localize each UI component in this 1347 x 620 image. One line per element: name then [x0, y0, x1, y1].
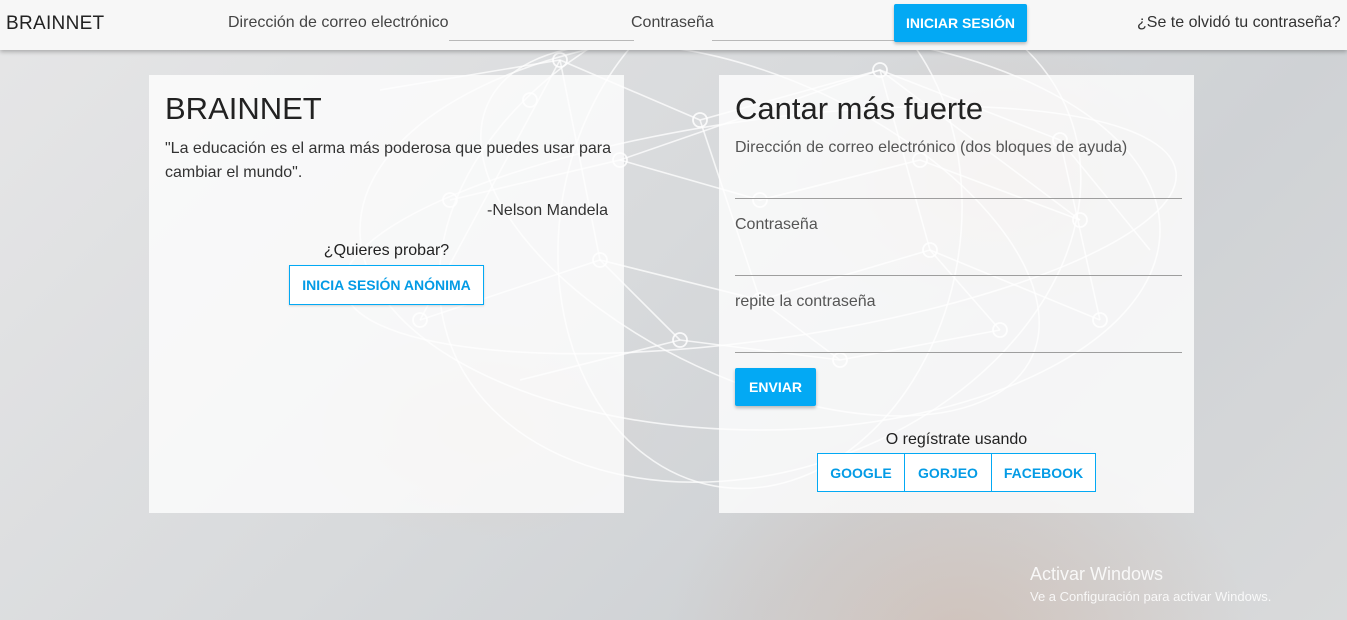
quote-text: "La educación es el arma más poderosa qu… — [165, 140, 611, 181]
intro-title: BRAINNET — [165, 91, 322, 126]
try-prompt: ¿Quieres probar? — [323, 242, 450, 259]
watermark-subtitle: Ve a Configuración para activar Windows. — [1030, 589, 1272, 604]
email-field[interactable] — [449, 14, 634, 41]
signup-card: Cantar más fuerte Dirección de correo el… — [719, 75, 1194, 513]
signup-password-field[interactable] — [735, 247, 1182, 276]
signup-password-label: Contraseña — [735, 216, 818, 233]
facebook-login-button[interactable]: FACEBOOK — [992, 453, 1096, 492]
top-navbar: BRAINNET Dirección de correo electrónico… — [0, 0, 1347, 50]
windows-activation-watermark: Activar Windows Ve a Configuración para … — [1030, 564, 1271, 604]
signup-title: Cantar más fuerte — [735, 91, 984, 126]
intro-card: BRAINNET "La educación es el arma más po… — [149, 75, 624, 513]
google-login-button[interactable]: GOOGLE — [817, 453, 905, 492]
gorjeo-login-button[interactable]: GORJEO — [905, 453, 992, 492]
password-label: Contraseña — [631, 14, 714, 31]
submit-button[interactable]: ENVIAR — [735, 368, 816, 406]
password-field[interactable] — [712, 14, 897, 41]
anonymous-login-button[interactable]: INICIA SESIÓN ANÓNIMA — [289, 265, 484, 305]
quote-author: -Nelson Mandela — [487, 202, 608, 219]
register-with-text: O regístrate usando — [885, 431, 1028, 448]
social-login-group: GOOGLE GORJEO FACEBOOK — [817, 453, 1096, 492]
email-label: Dirección de correo electrónico — [228, 14, 449, 31]
watermark-title: Activar Windows — [1030, 564, 1164, 584]
signup-email-label: Dirección de correo electrónico (dos blo… — [735, 139, 1128, 156]
repeat-password-label: repite la contraseña — [735, 293, 876, 310]
repeat-password-field[interactable] — [735, 324, 1182, 353]
navbar-brand[interactable]: BRAINNET — [6, 13, 104, 35]
signup-email-field[interactable] — [735, 170, 1182, 199]
login-button[interactable]: INICIAR SESIÓN — [894, 4, 1027, 42]
forgot-password-link[interactable]: ¿Se te olvidó tu contraseña? — [1137, 14, 1341, 32]
